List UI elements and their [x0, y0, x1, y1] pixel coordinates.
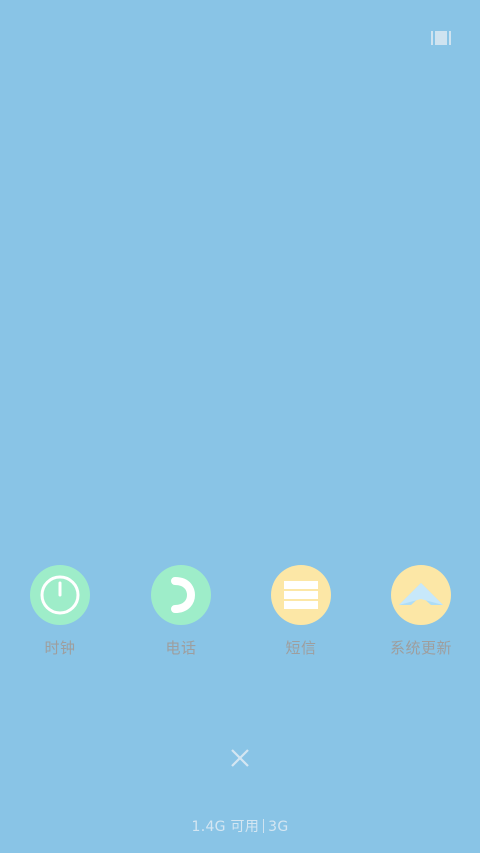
- close-icon: [231, 749, 249, 767]
- recent-apps-row: 时钟 电话 短信 系统更新: [0, 565, 480, 665]
- memory-available: 1.4G 可用: [191, 819, 260, 835]
- app-label: 电话: [165, 639, 197, 657]
- clock-icon: [30, 565, 90, 625]
- app-label: 时钟: [44, 639, 76, 657]
- close-all-button[interactable]: [225, 743, 255, 773]
- network-type: 3G: [268, 819, 289, 835]
- app-label: 短信: [285, 639, 317, 657]
- system-update-icon: [391, 565, 451, 625]
- layout-toggle-icon[interactable]: [431, 30, 451, 46]
- phone-icon: [151, 565, 211, 625]
- status-divider: [263, 819, 265, 833]
- memory-status: 1.4G 可用 3G: [0, 816, 480, 836]
- app-label: 系统更新: [389, 639, 452, 657]
- message-icon: [271, 565, 331, 625]
